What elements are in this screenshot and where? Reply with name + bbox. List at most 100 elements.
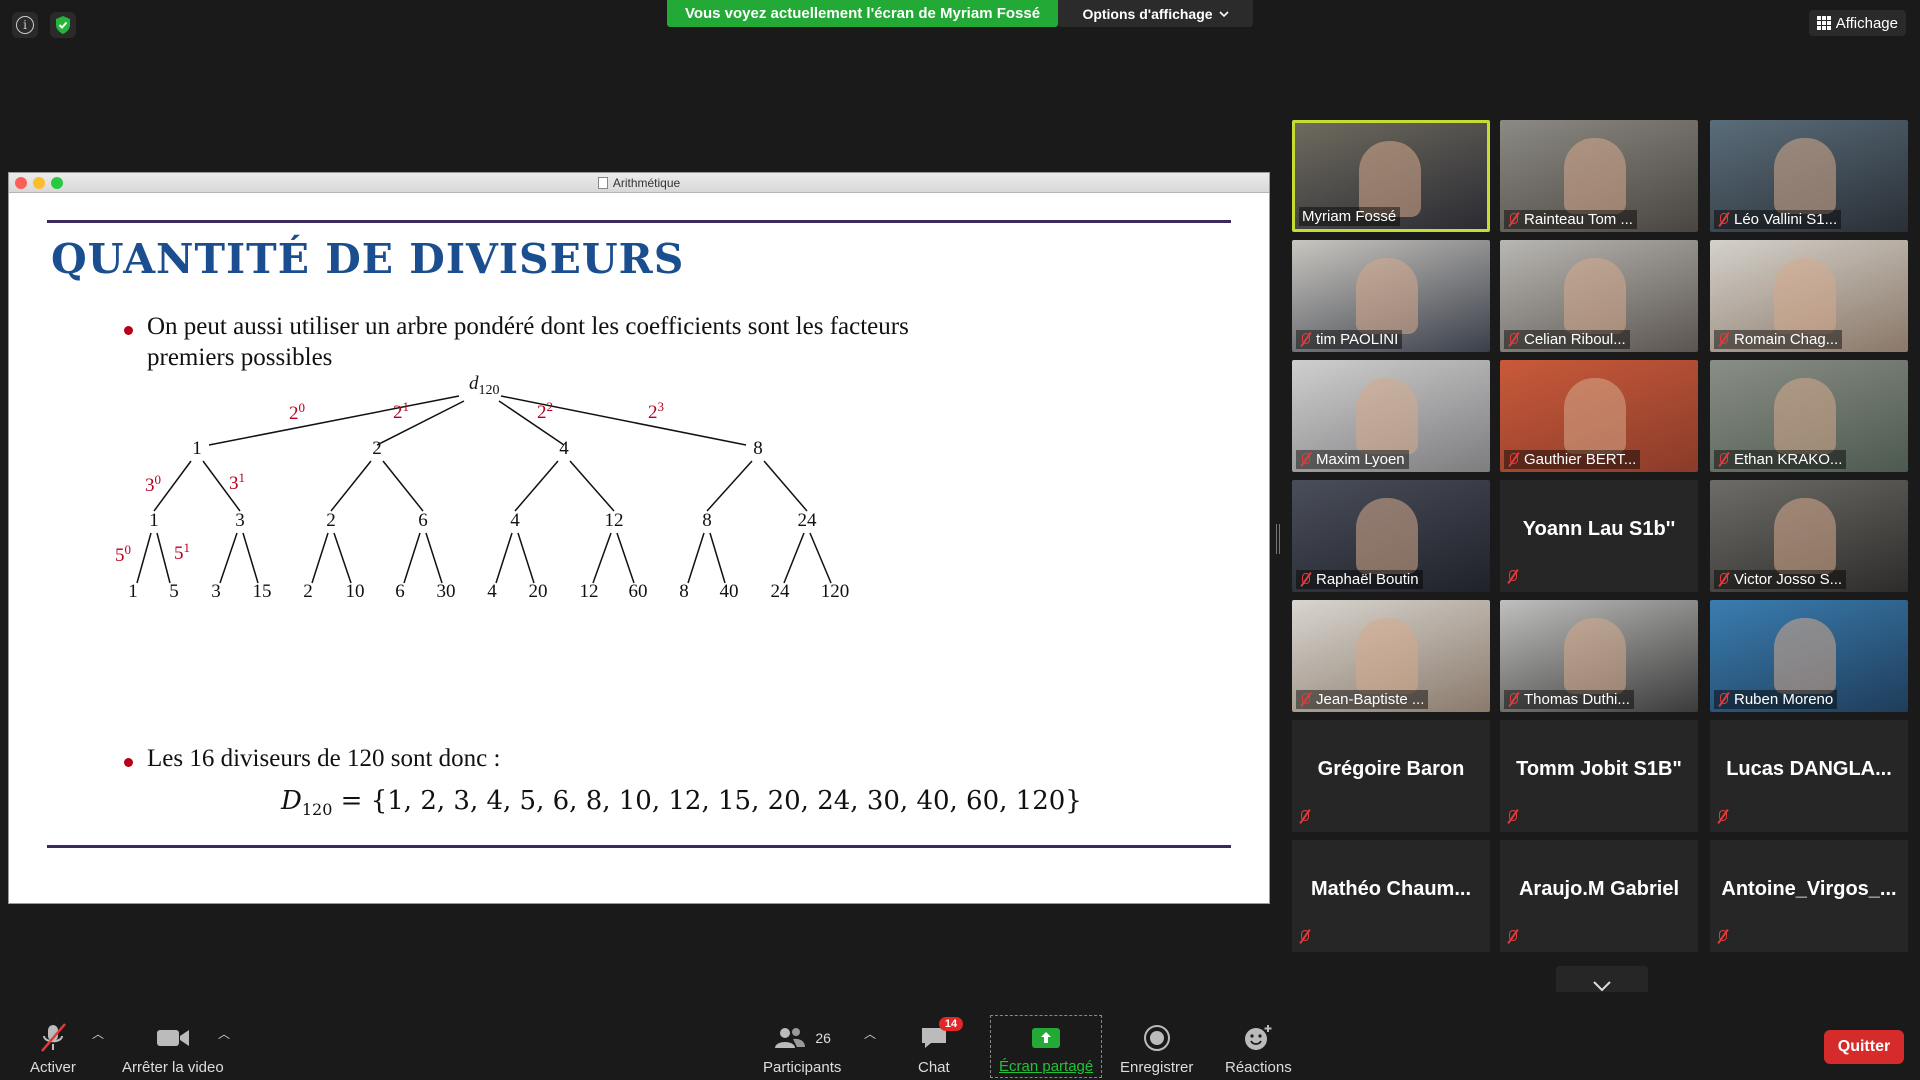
participant-video	[1564, 258, 1626, 334]
video-options-caret-icon[interactable]: ︿	[218, 1025, 230, 1042]
participant-name: Ethan KRAKO...	[1714, 450, 1847, 469]
record-button[interactable]: Enregistrer	[1120, 1017, 1193, 1076]
participant-tile[interactable]: Rainteau Tom ...	[1500, 120, 1698, 232]
tree-edge	[156, 532, 171, 584]
participant-tile[interactable]: Celian Riboul...	[1500, 240, 1698, 352]
maximize-window-icon	[51, 177, 63, 189]
participant-tile[interactable]: Grégoire Baron	[1292, 720, 1490, 832]
participant-tile[interactable]: Léo Vallini S1...	[1710, 120, 1908, 232]
participant-name: Victor Josso S...	[1714, 570, 1847, 589]
participant-name: Jean-Baptiste ...	[1296, 690, 1429, 709]
encryption-shield-icon[interactable]	[50, 12, 76, 38]
participant-video	[1774, 618, 1836, 694]
tree-node-level2: 8	[702, 510, 712, 531]
participant-tile[interactable]: Jean-Baptiste ...	[1292, 600, 1490, 712]
participant-tile[interactable]: Myriam Fossé	[1292, 120, 1490, 232]
participant-tile[interactable]: Araujo.M Gabriel	[1500, 840, 1698, 952]
participant-tile[interactable]: Antoine_Virgos_...	[1710, 840, 1908, 952]
share-screen-button[interactable]: Écran partagé	[990, 1015, 1103, 1078]
participant-tile[interactable]: Gauthier BERT...	[1500, 360, 1698, 472]
stop-video-button[interactable]: Arrêter la video	[122, 1017, 224, 1076]
participant-name: Myriam Fossé	[1299, 207, 1401, 226]
tree-node-level3: 4	[487, 581, 497, 602]
participant-video	[1564, 378, 1626, 454]
edge-weight: 22	[537, 399, 553, 423]
tree-node-level3: 12	[580, 581, 599, 602]
chevron-down-icon	[1593, 981, 1611, 992]
share-screen-label: Écran partagé	[999, 1058, 1094, 1075]
participant-name: Gauthier BERT...	[1504, 450, 1641, 469]
stop-video-label: Arrêter la video	[122, 1059, 224, 1076]
participant-tile[interactable]: Mathéo Chaum...	[1292, 840, 1490, 952]
participant-name: Maxim Lyoen	[1296, 450, 1409, 469]
view-toggle-button[interactable]: Affichage	[1808, 10, 1906, 36]
tree-edge	[425, 532, 443, 584]
tree-edge	[208, 395, 460, 446]
record-label: Enregistrer	[1120, 1059, 1194, 1076]
participants-button[interactable]: 26 Participants	[763, 1017, 841, 1076]
chat-unread-badge: 14	[938, 1017, 964, 1031]
meeting-info-icon[interactable]: i	[12, 12, 38, 38]
participant-video	[1356, 378, 1418, 454]
tree-node-level3: 1	[128, 581, 138, 602]
window-title: Arithmétique	[612, 175, 681, 190]
reactions-label: Réactions	[1225, 1059, 1292, 1076]
chat-button[interactable]: 14 Chat	[918, 1017, 964, 1076]
participant-tile[interactable]: Yoann Lau S1b''	[1500, 480, 1698, 592]
participant-tile[interactable]: tim PAOLINI	[1292, 240, 1490, 352]
participant-tile[interactable]: Ruben Moreno	[1710, 600, 1908, 712]
microphone-muted-icon	[40, 1023, 66, 1052]
participant-video	[1564, 138, 1626, 214]
tree-node-level3: 20	[529, 581, 548, 602]
chat-label: Chat	[918, 1059, 950, 1076]
tree-node-level1: 1	[192, 438, 202, 459]
participant-tile[interactable]: Thomas Duthi...	[1500, 600, 1698, 712]
participant-tile[interactable]: Romain Chag...	[1710, 240, 1908, 352]
participant-video	[1356, 258, 1418, 334]
tree-node-level1: 8	[753, 438, 763, 459]
participants-count: 26	[815, 1030, 831, 1046]
participant-tile[interactable]: Victor Josso S...	[1710, 480, 1908, 592]
microphone-muted-icon	[1717, 212, 1730, 227]
panel-resize-handle[interactable]	[1276, 524, 1280, 554]
audio-options-caret-icon[interactable]: ︿	[92, 1025, 104, 1042]
tree-node-level2: 24	[798, 510, 818, 531]
participants-label: Participants	[763, 1059, 842, 1076]
edge-weight: 23	[648, 399, 664, 423]
microphone-muted-icon	[1506, 809, 1519, 824]
tree-edge	[219, 532, 238, 584]
participant-tile[interactable]: Maxim Lyoen	[1292, 360, 1490, 472]
tree-node-level3: 15	[253, 581, 272, 602]
view-options-button[interactable]: Options d'affichage	[1058, 0, 1253, 27]
tree-edge	[498, 400, 565, 446]
microphone-muted-icon	[1717, 332, 1730, 347]
tree-edge	[763, 460, 808, 512]
microphone-muted-icon	[1298, 809, 1311, 824]
edge-weight: 50	[115, 542, 131, 566]
microphone-muted-icon	[1299, 452, 1312, 467]
participants-options-caret-icon[interactable]: ︿	[864, 1025, 876, 1042]
microphone-muted-icon	[1506, 569, 1519, 584]
edge-weight: 20	[289, 400, 305, 424]
participant-name: Romain Chag...	[1714, 330, 1843, 349]
participant-tile[interactable]: Lucas DANGLA...	[1710, 720, 1908, 832]
tree-edge	[517, 532, 535, 584]
microphone-muted-icon	[1299, 572, 1312, 587]
tree-edge	[569, 460, 615, 512]
unmute-button[interactable]: Activer	[30, 1017, 76, 1076]
meeting-toolbar: Activer ︿ Arrêter la video ︿ 26 Particip…	[0, 992, 1920, 1080]
participant-tile[interactable]: Tomm Jobit S1B"	[1500, 720, 1698, 832]
participant-tile[interactable]: Raphaël Boutin	[1292, 480, 1490, 592]
leave-meeting-button[interactable]: Quitter	[1824, 1030, 1904, 1064]
participant-tile[interactable]: Ethan KRAKO...	[1710, 360, 1908, 472]
microphone-muted-icon	[1717, 572, 1730, 587]
chevron-down-icon	[1218, 10, 1229, 17]
record-icon	[1143, 1025, 1170, 1051]
participant-video	[1774, 138, 1836, 214]
tree-node-level2: 2	[326, 510, 336, 531]
participant-video	[1774, 258, 1836, 334]
minimize-window-icon	[33, 177, 45, 189]
participant-name: Araujo.M Gabriel	[1518, 878, 1680, 900]
tree-edge	[376, 400, 465, 446]
reactions-button[interactable]: Réactions	[1225, 1017, 1292, 1076]
